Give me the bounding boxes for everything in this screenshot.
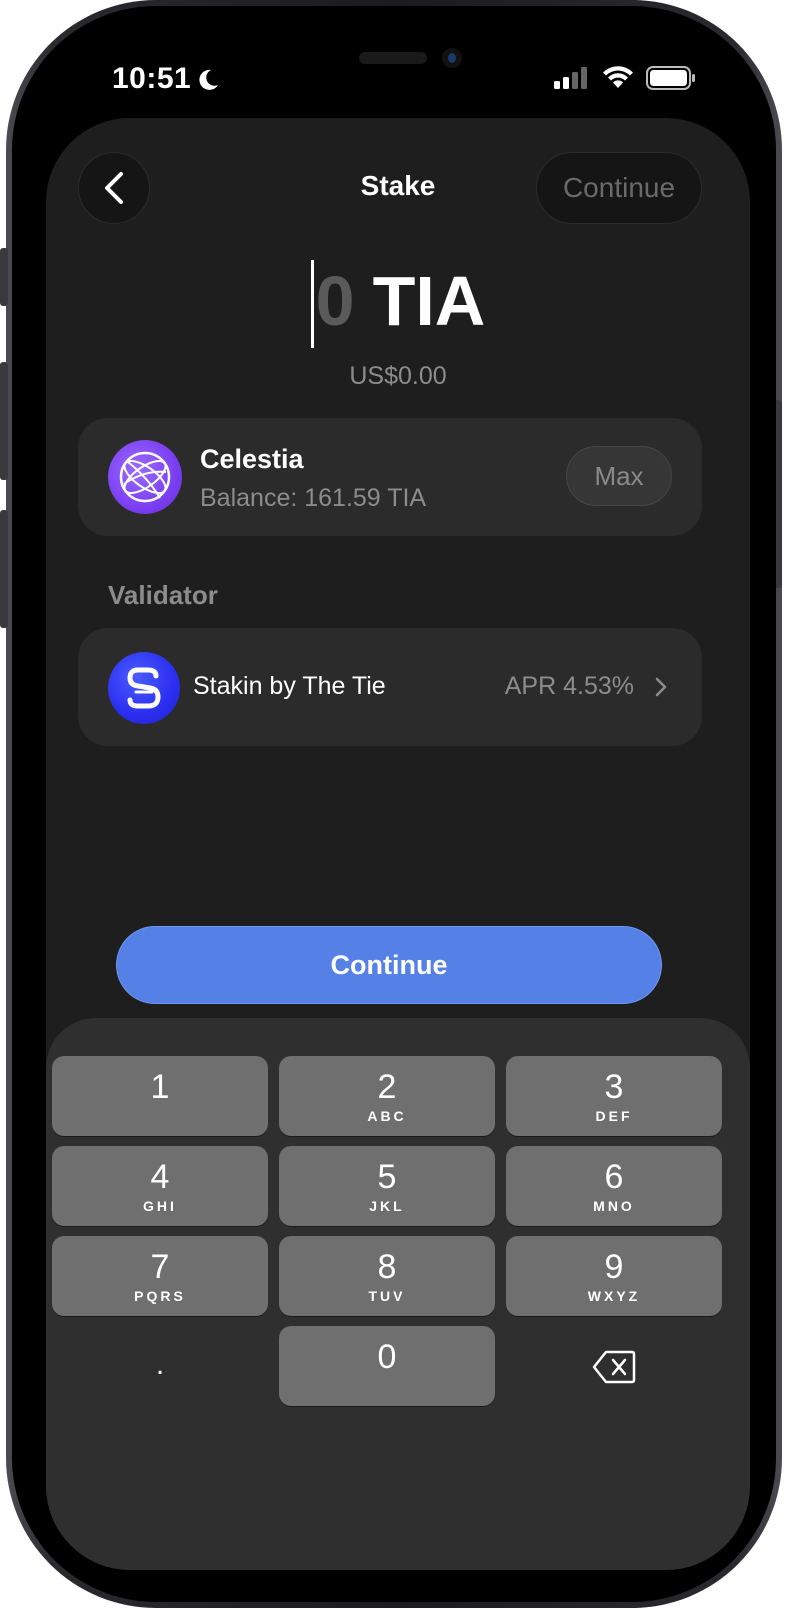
- volume-down-button: [0, 510, 8, 628]
- key-letters: WXYZ: [587, 1288, 641, 1304]
- continue-button[interactable]: Continue: [116, 926, 662, 1004]
- celestia-logo-icon: [108, 440, 182, 514]
- text-caret: [310, 260, 314, 348]
- wifi-icon: [603, 66, 633, 88]
- earpiece-speaker: [359, 52, 427, 64]
- validator-section-label: Validator: [108, 580, 218, 610]
- key-digit: 7: [150, 1248, 170, 1286]
- key-digit: 2: [377, 1068, 397, 1106]
- header-continue-button[interactable]: Continue: [536, 152, 702, 224]
- key-digit: 1: [150, 1068, 170, 1106]
- cellular-signal-icon: [554, 67, 587, 89]
- key-digit: 6: [604, 1158, 624, 1196]
- numeric-keypad: 1 2 ABC 3 DEF 4 GHI 5 JKL 6 MNO 7 PQRS 8…: [46, 1018, 750, 1570]
- token-balance: Balance: 161.59 TIA: [200, 484, 427, 512]
- key-8[interactable]: 8 TUV: [279, 1236, 495, 1316]
- key-2[interactable]: 2 ABC: [279, 1056, 495, 1136]
- token-name: Celestia: [200, 444, 304, 474]
- key-4[interactable]: 4 GHI: [52, 1146, 268, 1226]
- stakin-logo-icon: [108, 652, 180, 724]
- key-letters: GHI: [143, 1198, 177, 1214]
- key-letters: MNO: [593, 1198, 635, 1214]
- app-screen: Stake Continue 0 TIA US$0.00 Celestia Bal…: [46, 118, 750, 1570]
- key-digit: 5: [377, 1158, 397, 1196]
- key-digit: 9: [604, 1248, 624, 1286]
- fiat-value: US$0.00: [349, 362, 447, 390]
- validator-name: Stakin by The Tie: [193, 672, 386, 700]
- moon-icon: [199, 69, 218, 90]
- key-3[interactable]: 3 DEF: [506, 1056, 722, 1136]
- key-6[interactable]: 6 MNO: [506, 1146, 722, 1226]
- key-7[interactable]: 7 PQRS: [52, 1236, 268, 1316]
- chevron-right-icon: [655, 677, 667, 697]
- key-1[interactable]: 1: [52, 1056, 268, 1136]
- key-5[interactable]: 5 JKL: [279, 1146, 495, 1226]
- status-time: 10:51: [112, 62, 192, 95]
- token-card: Celestia Balance: 161.59 TIA Max: [78, 418, 702, 536]
- key-letters: JKL: [369, 1198, 405, 1214]
- key-9[interactable]: 9 WXYZ: [506, 1236, 722, 1316]
- key-digit: 4: [150, 1158, 170, 1196]
- action-button: [0, 248, 8, 306]
- key-digit: .: [155, 1348, 165, 1381]
- key-letters: TUV: [368, 1288, 406, 1304]
- key-digit: 0: [377, 1338, 397, 1376]
- max-button[interactable]: Max: [566, 446, 672, 506]
- key-letters: PQRS: [134, 1288, 186, 1304]
- amount-unit: TIA: [372, 262, 486, 340]
- key-digit: 8: [377, 1248, 397, 1286]
- backspace-icon: [592, 1350, 636, 1384]
- key-decimal[interactable]: .: [52, 1326, 268, 1406]
- front-camera: [442, 48, 462, 68]
- key-0[interactable]: 0: [279, 1326, 495, 1406]
- amount-display[interactable]: 0 TIA: [46, 258, 750, 348]
- key-backspace[interactable]: [506, 1326, 722, 1406]
- validator-apr: APR 4.53%: [504, 672, 634, 700]
- key-letters: DEF: [595, 1108, 633, 1124]
- validator-selector[interactable]: Stakin by The Tie APR 4.53%: [78, 628, 702, 746]
- amount-value: 0: [315, 262, 355, 340]
- volume-up-button: [0, 362, 8, 480]
- key-digit: 3: [604, 1068, 624, 1106]
- key-letters: ABC: [367, 1108, 407, 1124]
- battery-icon: [646, 66, 695, 90]
- status-icons: [554, 66, 696, 90]
